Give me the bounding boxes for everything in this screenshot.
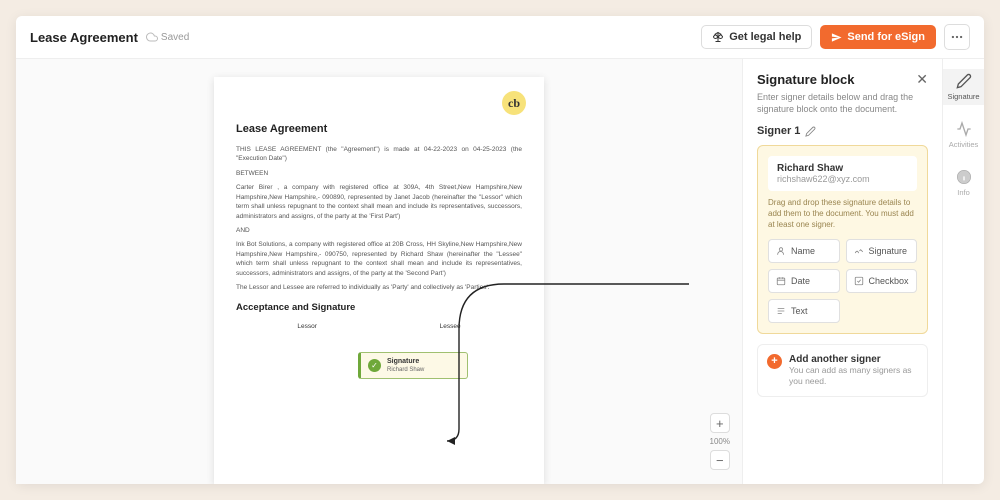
zoom-in-button[interactable]: +: [710, 413, 730, 433]
person-icon: [776, 246, 786, 256]
doc-heading-2: Acceptance and Signature: [236, 302, 522, 313]
doc-paragraph: Carter Birer , a company with registered…: [236, 183, 522, 221]
add-signer-button[interactable]: + Add another signer You can add as many…: [757, 344, 928, 397]
saved-indicator: Saved: [146, 31, 189, 43]
doc-between: BETWEEN: [236, 169, 522, 178]
field-date[interactable]: Date: [768, 269, 840, 293]
doc-heading: Lease Agreement: [236, 123, 522, 135]
company-logo: cb: [502, 91, 526, 115]
document-title: Lease Agreement: [30, 30, 138, 45]
rail-activities[interactable]: Activities: [943, 117, 984, 153]
signer-card: Richard Shaw richshaw622@xyz.com Drag an…: [757, 145, 928, 333]
signer-label: Signer 1: [757, 125, 800, 137]
document-canvas[interactable]: cb Lease Agreement THIS LEASE AGREEMENT …: [16, 59, 742, 484]
topbar: Lease Agreement Saved Get legal help Sen…: [16, 16, 984, 59]
edit-icon[interactable]: [805, 126, 816, 137]
panel-description: Enter signer details below and drag the …: [757, 91, 928, 115]
field-text[interactable]: Text: [768, 299, 840, 323]
send-for-esign-button[interactable]: Send for eSign: [820, 25, 936, 49]
panel-title: Signature block: [757, 72, 855, 87]
dots-icon: [950, 30, 964, 44]
info-icon: [956, 169, 972, 185]
field-checkbox[interactable]: Checkbox: [846, 269, 918, 293]
cloud-icon: [146, 31, 158, 43]
doc-paragraph: Ink Bot Solutions, a company with regist…: [236, 240, 522, 278]
doc-and: AND: [236, 226, 522, 235]
lessee-col: Lessee: [440, 323, 461, 330]
text-icon: [776, 306, 786, 316]
rail-info[interactable]: Info: [943, 165, 984, 201]
zoom-level: 100%: [710, 437, 730, 446]
check-icon: ✓: [368, 359, 381, 372]
placed-signature-block[interactable]: ✓ Signature Richard Shaw: [358, 352, 468, 379]
rail-signature[interactable]: Signature: [943, 69, 984, 105]
doc-paragraph: The Lessor and Lessee are referred to in…: [236, 283, 522, 292]
signer-info[interactable]: Richard Shaw richshaw622@xyz.com: [768, 156, 917, 191]
field-name[interactable]: Name: [768, 239, 840, 263]
calendar-icon: [776, 276, 786, 286]
pen-icon: [956, 73, 972, 89]
document-page: cb Lease Agreement THIS LEASE AGREEMENT …: [214, 77, 544, 484]
activity-icon: [956, 121, 972, 137]
field-signature[interactable]: Signature: [846, 239, 918, 263]
close-panel-button[interactable]: ✕: [916, 71, 928, 88]
lessor-col: Lessor: [297, 323, 317, 330]
scale-icon: [712, 31, 724, 43]
send-icon: [831, 32, 842, 43]
get-legal-help-button[interactable]: Get legal help: [701, 25, 812, 49]
zoom-controls: + 100% −: [710, 413, 730, 470]
signature-panel: Signature block ✕ Enter signer details b…: [742, 59, 942, 484]
zoom-out-button[interactable]: −: [710, 450, 730, 470]
signature-icon: [854, 246, 864, 256]
plus-icon: +: [767, 354, 782, 369]
signer-help: Drag and drop these signature details to…: [768, 198, 917, 230]
checkbox-icon: [854, 276, 864, 286]
more-menu-button[interactable]: [944, 24, 970, 50]
doc-paragraph: THIS LEASE AGREEMENT (the "Agreement") i…: [236, 145, 522, 164]
right-rail: Signature Activities Info: [942, 59, 984, 484]
